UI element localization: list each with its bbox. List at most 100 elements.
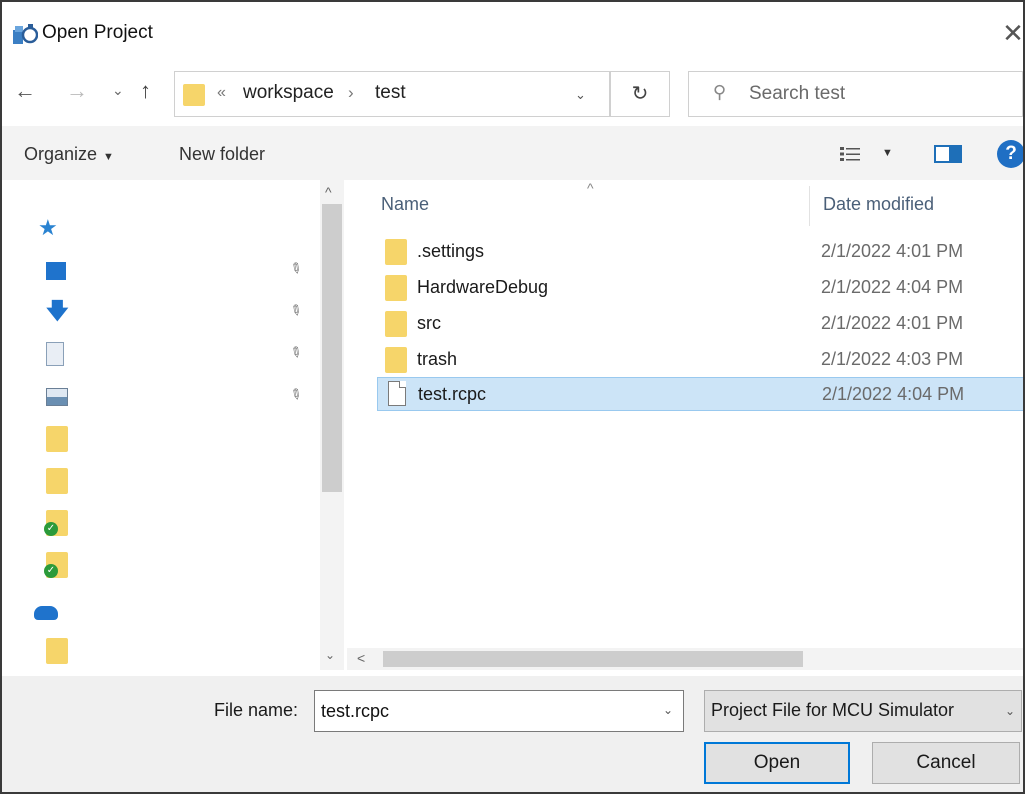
folder-icon bbox=[46, 638, 68, 664]
file-name: test.rcpc bbox=[418, 384, 487, 404]
nav-item-synced-folder[interactable]: ✓ bbox=[32, 546, 318, 582]
check-icon: ✓ bbox=[44, 564, 58, 578]
file-name-combobox[interactable]: ⌄ bbox=[314, 690, 684, 732]
scrollbar-thumb[interactable] bbox=[383, 651, 803, 667]
view-options-icon[interactable] bbox=[840, 146, 860, 162]
file-date: 2/1/2022 4:01 PM bbox=[821, 313, 964, 333]
file-name: .settings bbox=[417, 241, 485, 261]
new-folder-button[interactable]: New folder bbox=[179, 144, 265, 165]
title-bar: Open Project ✕ bbox=[2, 2, 1023, 60]
pin-icon[interactable]: ✎ bbox=[286, 384, 306, 405]
organize-button[interactable]: Organize ▼ bbox=[24, 144, 114, 165]
scroll-left-icon[interactable]: < bbox=[357, 650, 365, 666]
file-name: src bbox=[417, 313, 441, 333]
file-row-hardwaredebug[interactable]: HardwareDebug 2/1/2022 4:04 PM bbox=[377, 271, 1023, 305]
file-date: 2/1/2022 4:03 PM bbox=[821, 349, 964, 369]
breadcrumb-test[interactable]: test bbox=[375, 82, 406, 104]
pin-icon[interactable]: ✎ bbox=[286, 258, 306, 279]
close-icon[interactable]: ✕ bbox=[998, 16, 1023, 50]
file-type-select[interactable]: Project File for MCU Simulator ⌄ bbox=[704, 690, 1022, 732]
nav-item-pictures[interactable]: ✎ bbox=[32, 378, 318, 414]
scroll-down-icon[interactable]: ⌄ bbox=[325, 648, 335, 662]
file-row-src[interactable]: src 2/1/2022 4:01 PM bbox=[377, 307, 1023, 341]
star-icon: ★ bbox=[38, 215, 58, 240]
document-icon bbox=[46, 342, 64, 366]
nav-item-folder[interactable] bbox=[32, 420, 318, 456]
file-name: trash bbox=[417, 349, 458, 369]
pin-icon[interactable]: ✎ bbox=[286, 300, 306, 321]
column-header-row: ^ Name Date modified bbox=[347, 180, 1023, 226]
refresh-button[interactable]: ↻ bbox=[610, 71, 670, 117]
file-date: 2/1/2022 4:04 PM bbox=[821, 277, 964, 297]
navigation-pane: ★ ✎ 🡇 ✎ ✎ ✎ ✓ ✓ ^ ⌄ bbox=[2, 180, 347, 676]
chevron-down-icon[interactable]: ⌄ bbox=[575, 87, 586, 103]
command-bar: Organize ▼ New folder ▼ ? bbox=[2, 126, 1023, 180]
forward-arrow-icon[interactable]: → bbox=[66, 78, 88, 104]
file-icon bbox=[388, 381, 406, 406]
folder-icon bbox=[385, 347, 407, 373]
folder-icon bbox=[46, 468, 68, 494]
file-type-value: Project File for MCU Simulator bbox=[711, 700, 955, 720]
nav-item-quick-access[interactable]: ★ bbox=[32, 210, 318, 246]
check-icon: ✓ bbox=[44, 522, 58, 536]
scrollbar-thumb[interactable] bbox=[322, 204, 342, 492]
chevron-down-icon: ⌄ bbox=[997, 704, 1016, 718]
file-name: HardwareDebug bbox=[417, 277, 549, 297]
pin-icon[interactable]: ✎ bbox=[286, 342, 306, 363]
pictures-icon bbox=[46, 388, 68, 406]
folder-icon bbox=[385, 275, 407, 301]
folder-icon bbox=[46, 426, 68, 452]
chevron-down-icon[interactable]: ⌄ bbox=[663, 703, 673, 717]
cloud-icon bbox=[34, 606, 58, 620]
breadcrumb-separator-icon[interactable]: › bbox=[348, 83, 354, 103]
file-row-settings[interactable]: .settings 2/1/2022 4:01 PM bbox=[377, 235, 1023, 269]
search-input[interactable] bbox=[749, 72, 1019, 116]
caret-down-icon[interactable]: ▼ bbox=[882, 147, 893, 159]
address-bar[interactable]: « workspace › test ⌄ bbox=[174, 71, 610, 117]
open-button[interactable]: Open bbox=[704, 742, 850, 784]
app-icon bbox=[13, 24, 38, 44]
breadcrumb-workspace[interactable]: workspace bbox=[243, 82, 334, 104]
dialog-footer: File name: ⌄ Project File for MCU Simula… bbox=[2, 676, 1023, 792]
recent-locations-icon[interactable]: ⌄ bbox=[112, 82, 124, 99]
folder-icon bbox=[385, 239, 407, 265]
caret-down-icon: ▼ bbox=[103, 151, 114, 163]
nav-item-documents[interactable]: ✎ bbox=[32, 336, 318, 372]
column-header-date-modified[interactable]: Date modified bbox=[823, 194, 934, 215]
file-row-trash[interactable]: trash 2/1/2022 4:03 PM bbox=[377, 343, 1023, 377]
column-divider[interactable] bbox=[809, 186, 810, 226]
open-project-dialog: Open Project ✕ ← → ⌄ ↑ « workspace › tes… bbox=[0, 0, 1025, 794]
horizontal-scrollbar[interactable]: < bbox=[347, 648, 1023, 670]
sort-ascending-icon: ^ bbox=[587, 180, 594, 196]
file-date: 2/1/2022 4:04 PM bbox=[822, 384, 965, 404]
downloads-icon: 🡇 bbox=[46, 298, 69, 323]
back-arrow-icon[interactable]: ← bbox=[14, 78, 36, 104]
preview-pane-icon[interactable] bbox=[934, 145, 962, 163]
file-row-test-rcpc[interactable]: test.rcpc 2/1/2022 4:04 PM bbox=[377, 377, 1023, 411]
refresh-icon: ↻ bbox=[631, 83, 649, 105]
folder-icon bbox=[183, 84, 205, 106]
file-date: 2/1/2022 4:01 PM bbox=[821, 241, 964, 261]
desktop-icon bbox=[46, 262, 66, 280]
file-list: ^ Name Date modified .settings 2/1/2022 … bbox=[347, 180, 1023, 676]
file-name-label: File name: bbox=[214, 700, 299, 720]
cancel-button[interactable]: Cancel bbox=[872, 742, 1020, 784]
scroll-up-icon[interactable]: ^ bbox=[325, 184, 332, 200]
up-arrow-icon[interactable]: ↑ bbox=[140, 78, 151, 104]
column-header-name[interactable]: Name bbox=[381, 194, 429, 215]
help-icon[interactable]: ? bbox=[997, 140, 1023, 168]
folder-icon bbox=[385, 311, 407, 337]
vertical-scrollbar[interactable]: ^ ⌄ bbox=[320, 180, 344, 670]
organize-label: Organize bbox=[24, 144, 98, 164]
nav-item-folder[interactable] bbox=[32, 632, 318, 668]
breadcrumb-overflow-icon[interactable]: « bbox=[217, 84, 226, 102]
nav-item-desktop[interactable]: ✎ bbox=[32, 252, 318, 288]
nav-item-downloads[interactable]: 🡇 ✎ bbox=[32, 294, 318, 330]
folder-synced-icon: ✓ bbox=[44, 510, 68, 536]
file-name-input[interactable] bbox=[321, 691, 651, 731]
nav-item-synced-folder[interactable]: ✓ bbox=[32, 504, 318, 540]
search-box[interactable]: ⚲ bbox=[688, 71, 1023, 117]
navigation-bar: ← → ⌄ ↑ « workspace › test ⌄ ↻ ⚲ bbox=[2, 60, 1023, 126]
nav-item-onedrive[interactable] bbox=[32, 592, 318, 628]
nav-item-folder[interactable] bbox=[32, 462, 318, 498]
